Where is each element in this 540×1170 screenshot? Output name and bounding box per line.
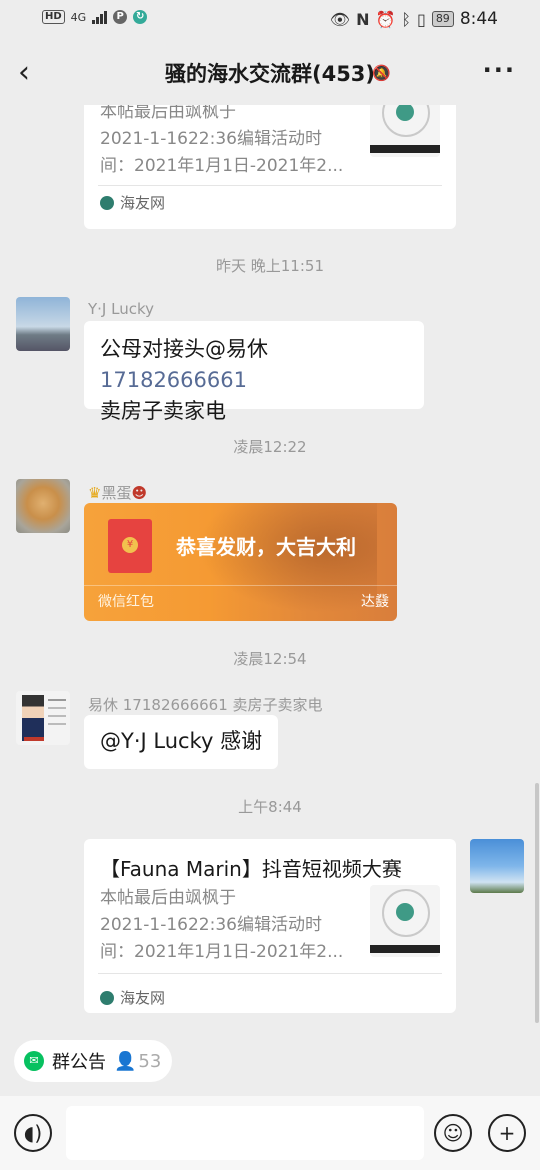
alarm-icon: ⏰ — [375, 9, 396, 29]
battery-icon: 89 — [431, 11, 454, 27]
member-count: 53 — [138, 1050, 162, 1072]
card-desc-line: 2021-1-1622:36编辑活动时 — [100, 915, 322, 935]
sync-icon: ↻ — [133, 10, 148, 24]
add-plus-icon[interactable]: + — [488, 1114, 526, 1152]
card-source: 海友网 — [100, 987, 165, 1008]
status-bar-left: HD 4G P ↻ — [42, 10, 148, 24]
chat-message-list[interactable]: 本帖最后由飒枫于 2021-1-1622:36编辑活动时 间：2021年1月1日… — [0, 105, 540, 1030]
card-source: 海友网 — [100, 192, 165, 213]
member-icon: 👤 — [114, 1050, 137, 1072]
network-type: 4G — [70, 10, 87, 24]
notice-icon: ✉ — [24, 1051, 44, 1071]
card-desc-line: 本帖最后由飒枫于 — [100, 105, 236, 122]
card-desc-line: 间：2021年1月1日-2021年2... — [100, 156, 344, 176]
bluetooth-icon: ᛒ — [401, 9, 411, 29]
signal-icon — [92, 10, 108, 24]
parking-icon: P — [113, 10, 128, 24]
message-text: @Y·J Lucky 感谢 — [100, 729, 263, 753]
status-bar-right: 👁 N ⏰ ᛒ ▯ 89 8:44 — [330, 9, 498, 29]
avatar[interactable] — [16, 691, 70, 745]
card-divider — [98, 973, 442, 974]
voice-input-icon[interactable]: ◖) — [14, 1114, 52, 1152]
phone-link[interactable]: 17182666661 — [100, 368, 247, 392]
mute-bell-icon: 🔕 — [372, 64, 391, 82]
message-text: 公母对接头@易休 — [100, 337, 268, 361]
link-card[interactable]: 【Fauna Marin】抖音短视频大赛 本帖最后由飒枫于 2021-1-162… — [84, 839, 456, 1013]
message-text: 卖房子卖家电 — [100, 399, 226, 423]
card-title: 【Fauna Marin】抖音短视频大赛 — [100, 857, 402, 881]
sender-name: Y·J Lucky — [88, 300, 154, 318]
red-envelope-icon: ¥ — [108, 519, 152, 573]
timestamp: 凌晨12:54 — [233, 650, 307, 668]
group-notice-pill[interactable]: ✉ 群公告 👤 53 — [14, 1040, 172, 1082]
more-options-icon[interactable]: ··· — [483, 56, 516, 84]
nfc-icon: N — [356, 9, 370, 29]
red-packet-cover-name: 达鼗 — [361, 594, 389, 610]
hd-badge: HD — [42, 10, 65, 24]
clock: 8:44 — [459, 9, 498, 29]
emoji-icon[interactable]: ☺ — [434, 1114, 472, 1152]
card-thumbnail — [370, 885, 440, 957]
sender-name: ♛黑蛋☻ — [88, 482, 147, 503]
card-divider — [98, 185, 442, 186]
message-bubble[interactable]: @Y·J Lucky 感谢 — [84, 715, 279, 769]
notice-label: 群公告 — [52, 1052, 106, 1073]
crown-icon: ♛ — [88, 484, 102, 502]
card-thumbnail — [370, 105, 440, 157]
message-input[interactable] — [66, 1106, 424, 1160]
my-avatar[interactable] — [470, 839, 524, 893]
sender-name: 易休 17182666661 卖房子卖家电 — [88, 696, 323, 714]
red-packet-greeting: 恭喜发财，大吉大利 — [176, 535, 356, 559]
devil-mask-icon: ☻ — [131, 484, 148, 502]
message-bubble[interactable]: 公母对接头@易休 17182666661 卖房子卖家电 — [84, 321, 424, 423]
scrollbar[interactable] — [535, 783, 539, 1023]
avatar[interactable] — [16, 479, 70, 533]
card-source-label: 海友网 — [120, 194, 166, 212]
haiyou-logo-icon — [100, 195, 114, 210]
vibrate-icon: ▯ — [417, 9, 426, 29]
red-packet-divider — [84, 585, 397, 586]
card-desc-line: 本帖最后由飒枫于 — [100, 888, 236, 908]
red-packet[interactable]: ¥ 恭喜发财，大吉大利 微信红包 达鼗 — [84, 503, 397, 621]
sender-name-text: 黑蛋 — [101, 484, 132, 502]
red-packet-footer: 微信红包 — [98, 594, 154, 610]
timestamp: 凌晨12:22 — [233, 438, 307, 456]
timestamp: 昨天 晚上11:51 — [216, 257, 324, 275]
avatar[interactable] — [16, 297, 70, 351]
card-desc-line: 间：2021年1月1日-2021年2... — [100, 942, 344, 962]
chat-title: 骚的海水交流群(453) — [164, 62, 376, 86]
card-desc-line: 2021-1-1622:36编辑活动时 — [100, 129, 322, 149]
eye-icon: 👁 — [329, 9, 351, 29]
timestamp: 上午8:44 — [238, 798, 302, 816]
card-source-label: 海友网 — [120, 989, 166, 1007]
link-card-top[interactable]: 本帖最后由飒枫于 2021-1-1622:36编辑活动时 间：2021年1月1日… — [84, 105, 456, 229]
haiyou-logo-icon — [100, 990, 114, 1005]
